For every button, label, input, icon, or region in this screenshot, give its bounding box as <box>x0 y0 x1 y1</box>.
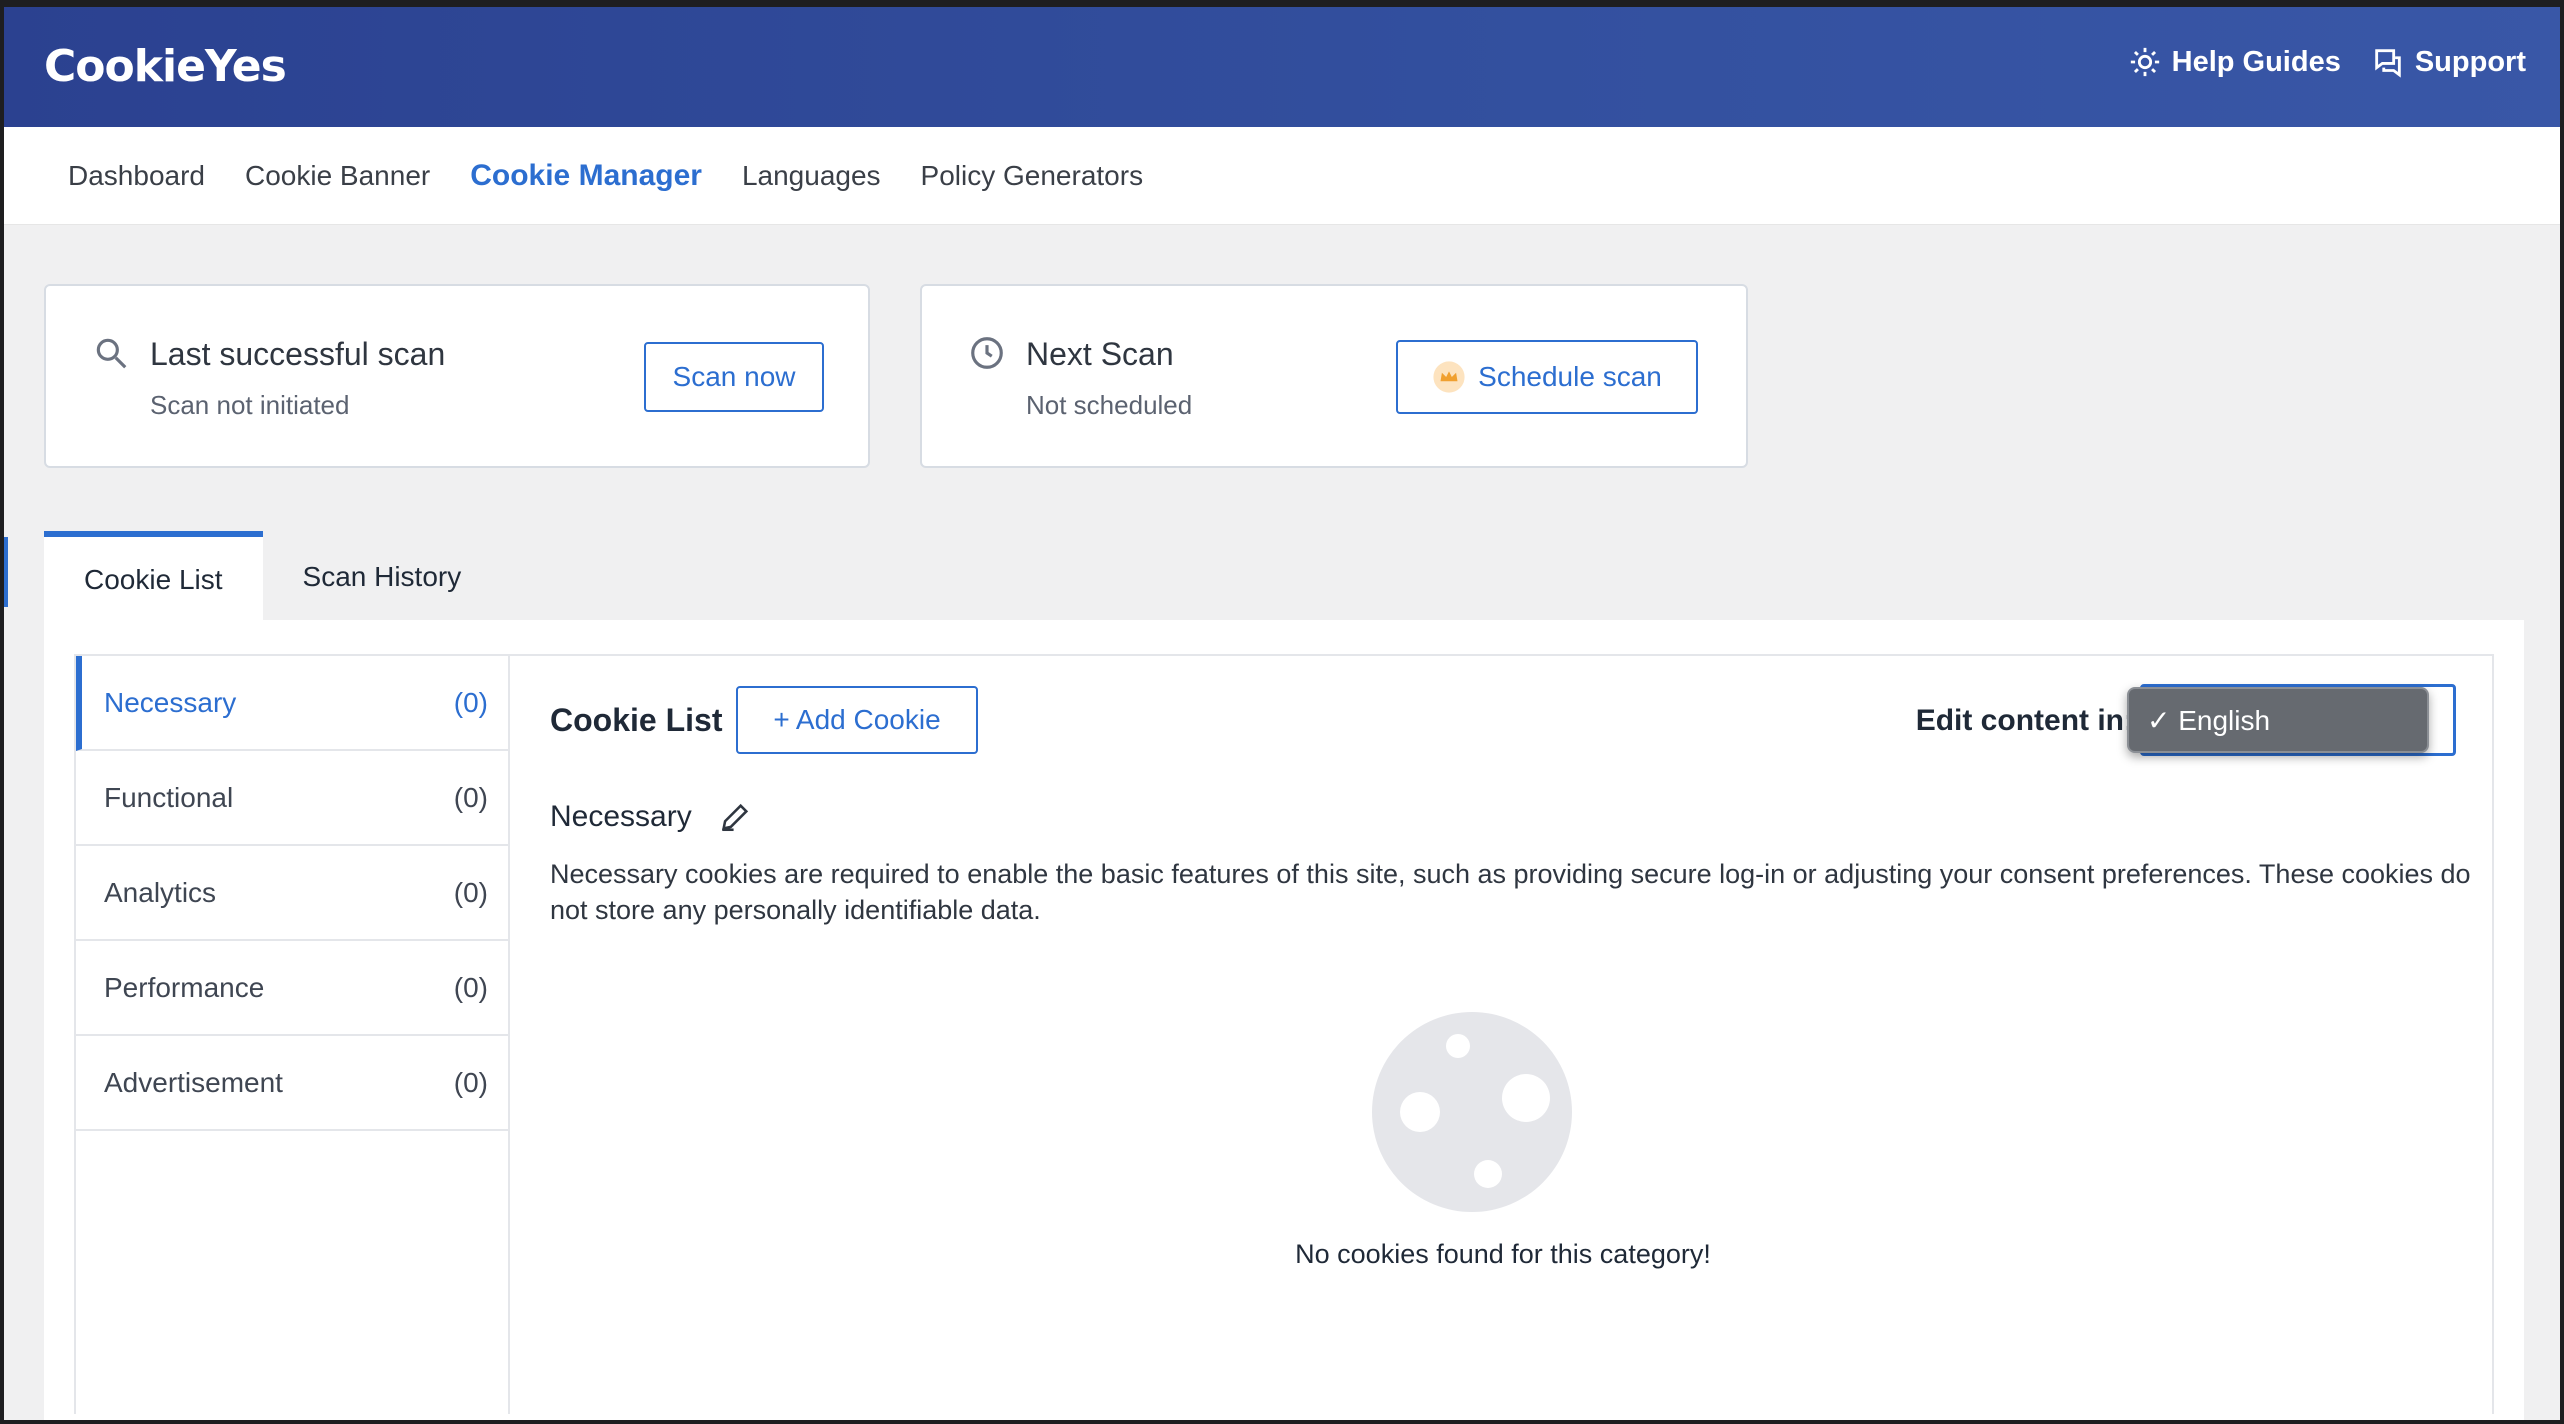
header-links: Help Guides Support <box>2128 45 2526 79</box>
category-count: (0) <box>453 876 488 908</box>
category-performance[interactable]: Performance (0) <box>76 941 508 1036</box>
language-option-english[interactable]: ✓ English <box>2127 687 2429 753</box>
add-cookie-button[interactable]: + Add Cookie <box>736 686 978 754</box>
category-description: Necessary cookies are required to enable… <box>550 859 2471 925</box>
app-window: CookieYes Help Guides Support Dashboard <box>4 7 2560 1420</box>
schedule-scan-button[interactable]: Schedule scan <box>1396 340 1698 414</box>
cookie-icon <box>1372 1012 1572 1212</box>
chat-icon <box>2375 49 2401 78</box>
last-scan-title: Last successful scan <box>150 336 446 372</box>
category-analytics[interactable]: Analytics (0) <box>76 846 508 941</box>
cookie-list-container: Necessary (0) Functional (0) Analytics (… <box>74 654 2494 1414</box>
category-name: Functional <box>104 781 234 813</box>
nav-languages[interactable]: Languages <box>742 160 881 192</box>
nav-dashboard[interactable]: Dashboard <box>68 160 205 192</box>
category-name: Necessary <box>104 686 237 718</box>
category-name: Advertisement <box>104 1066 283 1098</box>
help-guides-link[interactable]: Help Guides <box>2128 45 2341 79</box>
nav-policy-generators[interactable]: Policy Generators <box>921 160 1144 192</box>
edit-content-label: Edit content in: <box>1915 704 2134 737</box>
category-count: (0) <box>453 971 488 1003</box>
support-label: Support <box>2414 45 2526 78</box>
next-scan-status: Not scheduled <box>1026 390 1193 420</box>
category-count: (0) <box>453 781 488 813</box>
cookie-list-panel: Necessary (0) Functional (0) Analytics (… <box>44 620 2524 1420</box>
next-scan-title: Next Scan <box>1026 336 1174 372</box>
last-scan-status: Scan not initiated <box>150 390 350 420</box>
clock-icon <box>971 337 1003 369</box>
pencil-icon[interactable] <box>718 800 752 834</box>
help-guides-label: Help Guides <box>2171 45 2341 78</box>
language-select[interactable]: ✓ English <box>2127 684 2456 756</box>
search-icon <box>96 338 127 369</box>
empty-state-message: No cookies found for this category! <box>1295 1239 1711 1269</box>
category-heading: Necessary <box>550 800 752 834</box>
tab-cookie-list[interactable]: Cookie List <box>44 531 263 623</box>
next-scan-card: Next Scan Not scheduled Schedule scan <box>920 284 1748 468</box>
cookieyes-logo[interactable]: CookieYes <box>44 37 287 97</box>
cookie-list-title: Cookie List <box>550 702 723 738</box>
category-count: (0) <box>453 1066 488 1098</box>
tabs: Cookie List Scan History <box>44 531 501 623</box>
cookie-list-content: Cookie List + Add Cookie Edit content in… <box>510 656 2492 1414</box>
category-heading-label: Necessary <box>550 800 692 833</box>
category-sidebar: Necessary (0) Functional (0) Analytics (… <box>76 656 510 1414</box>
gear-help-icon <box>2130 47 2159 77</box>
last-scan-card: Last successful scan Scan not initiated … <box>44 284 870 468</box>
category-name: Performance <box>104 971 265 1003</box>
support-link[interactable]: Support <box>2371 45 2526 79</box>
schedule-scan-label: Schedule scan <box>1478 361 1662 392</box>
tab-scan-history[interactable]: Scan History <box>263 531 502 623</box>
main-nav: Dashboard Cookie Banner Cookie Manager L… <box>4 127 2560 225</box>
scan-now-button[interactable]: Scan now <box>644 342 824 412</box>
left-edge-marker <box>4 537 8 607</box>
category-count: (0) <box>453 686 488 718</box>
category-name: Analytics <box>104 876 217 908</box>
category-necessary[interactable]: Necessary (0) <box>76 656 508 751</box>
category-advertisement[interactable]: Advertisement (0) <box>76 1036 508 1131</box>
crown-icon <box>1433 361 1465 393</box>
nav-cookie-banner[interactable]: Cookie Banner <box>245 160 430 192</box>
top-header: CookieYes Help Guides Support <box>4 7 2560 127</box>
category-functional[interactable]: Functional (0) <box>76 751 508 846</box>
nav-cookie-manager[interactable]: Cookie Manager <box>470 159 702 193</box>
